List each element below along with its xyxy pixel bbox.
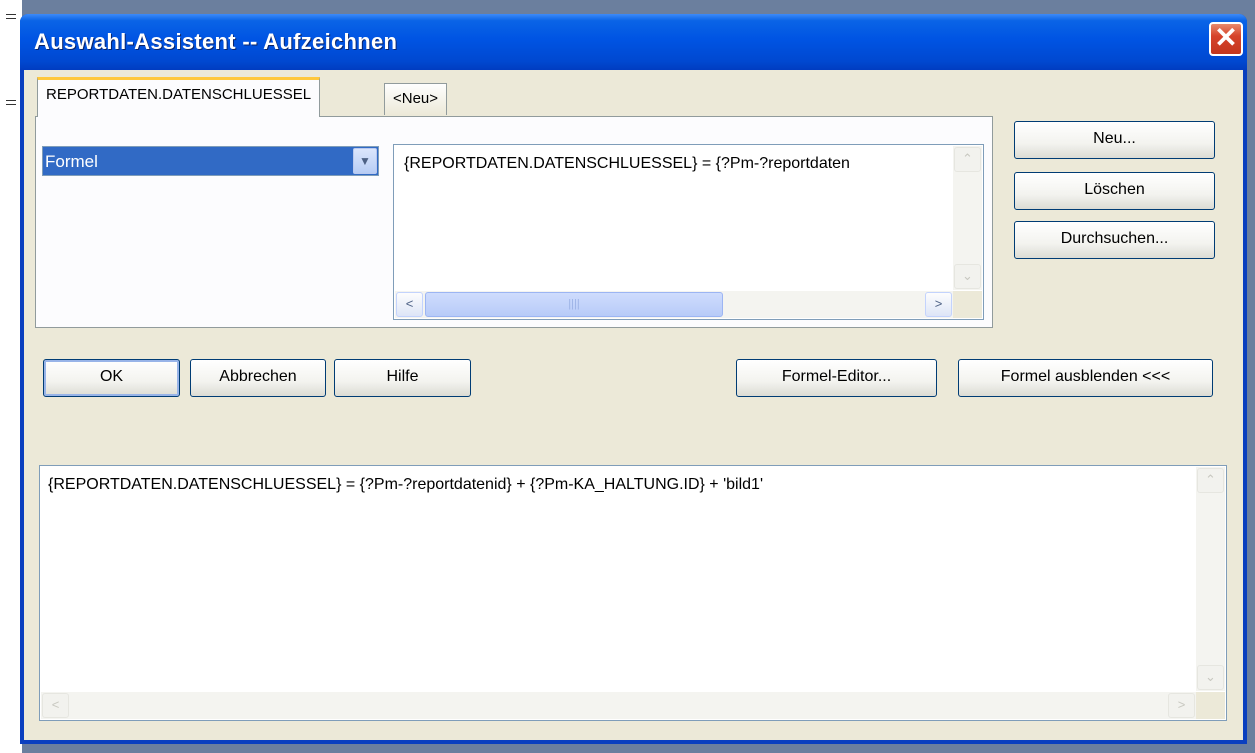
tab-reportdaten-datenschluessel[interactable]: REPORTDATEN.DATENSCHLUESSEL (37, 77, 321, 117)
vertical-scrollbar[interactable]: ⌃ ⌄ (1196, 467, 1225, 691)
tab-panel: Formel ▼ {REPORTDATEN.DATENSCHLUESSEL} =… (35, 116, 993, 328)
scroll-corner (1196, 692, 1225, 719)
background-mark (6, 100, 16, 105)
scroll-right-icon[interactable]: > (1168, 693, 1195, 718)
scroll-down-icon[interactable]: ⌄ (1197, 665, 1224, 690)
formula-preview-text: {REPORTDATEN.DATENSCHLUESSEL} = {?Pm-?re… (404, 155, 850, 172)
scroll-right-icon[interactable]: > (925, 292, 952, 317)
delete-button[interactable]: Löschen (1014, 172, 1215, 210)
close-icon[interactable]: ✕ (1209, 22, 1243, 56)
hide-formula-button[interactable]: Formel ausblenden <<< (958, 359, 1213, 397)
scroll-down-icon[interactable]: ⌄ (954, 264, 981, 289)
operator-select-value: Formel (45, 152, 98, 171)
chevron-down-icon[interactable]: ▼ (353, 148, 377, 174)
scroll-left-icon[interactable]: < (396, 292, 423, 317)
dialog-client: REPORTDATEN.DATENSCHLUESSEL <Neu> Formel… (24, 70, 1243, 740)
scroll-up-icon[interactable]: ⌃ (1197, 468, 1224, 493)
formula-text: {REPORTDATEN.DATENSCHLUESSEL} = {?Pm-?re… (48, 476, 763, 493)
window-title: Auswahl-Assistent -- Aufzeichnen (34, 29, 398, 54)
operator-select[interactable]: Formel ▼ (42, 146, 379, 176)
formula-preview-box[interactable]: {REPORTDATEN.DATENSCHLUESSEL} = {?Pm-?re… (393, 144, 984, 320)
horizontal-scrollbar[interactable]: < |||| > (395, 291, 953, 318)
formula-text-area[interactable]: {REPORTDATEN.DATENSCHLUESSEL} = {?Pm-?re… (39, 465, 1227, 721)
background-desktop (0, 0, 22, 753)
help-button[interactable]: Hilfe (334, 359, 471, 397)
background-mark (6, 14, 16, 19)
scroll-left-icon[interactable]: < (42, 693, 69, 718)
tab-label: <Neu> (393, 90, 439, 107)
tab-label: REPORTDATEN.DATENSCHLUESSEL (46, 86, 312, 103)
ok-button[interactable]: OK (43, 359, 180, 397)
new-button[interactable]: Neu... (1014, 121, 1215, 159)
horizontal-scrollbar[interactable]: < > (41, 692, 1196, 719)
vertical-scrollbar[interactable]: ⌃ ⌄ (953, 146, 982, 290)
dialog-window: Auswahl-Assistent -- Aufzeichnen ✕ REPOR… (20, 14, 1247, 744)
scroll-thumb[interactable]: |||| (425, 292, 723, 317)
scroll-corner (953, 291, 982, 318)
title-bar[interactable]: Auswahl-Assistent -- Aufzeichnen ✕ (20, 14, 1247, 70)
cancel-button[interactable]: Abbrechen (190, 359, 326, 397)
tab-neu[interactable]: <Neu> (384, 83, 448, 115)
browse-button[interactable]: Durchsuchen... (1014, 221, 1215, 259)
formula-editor-button[interactable]: Formel-Editor... (736, 359, 937, 397)
scroll-up-icon[interactable]: ⌃ (954, 147, 981, 172)
